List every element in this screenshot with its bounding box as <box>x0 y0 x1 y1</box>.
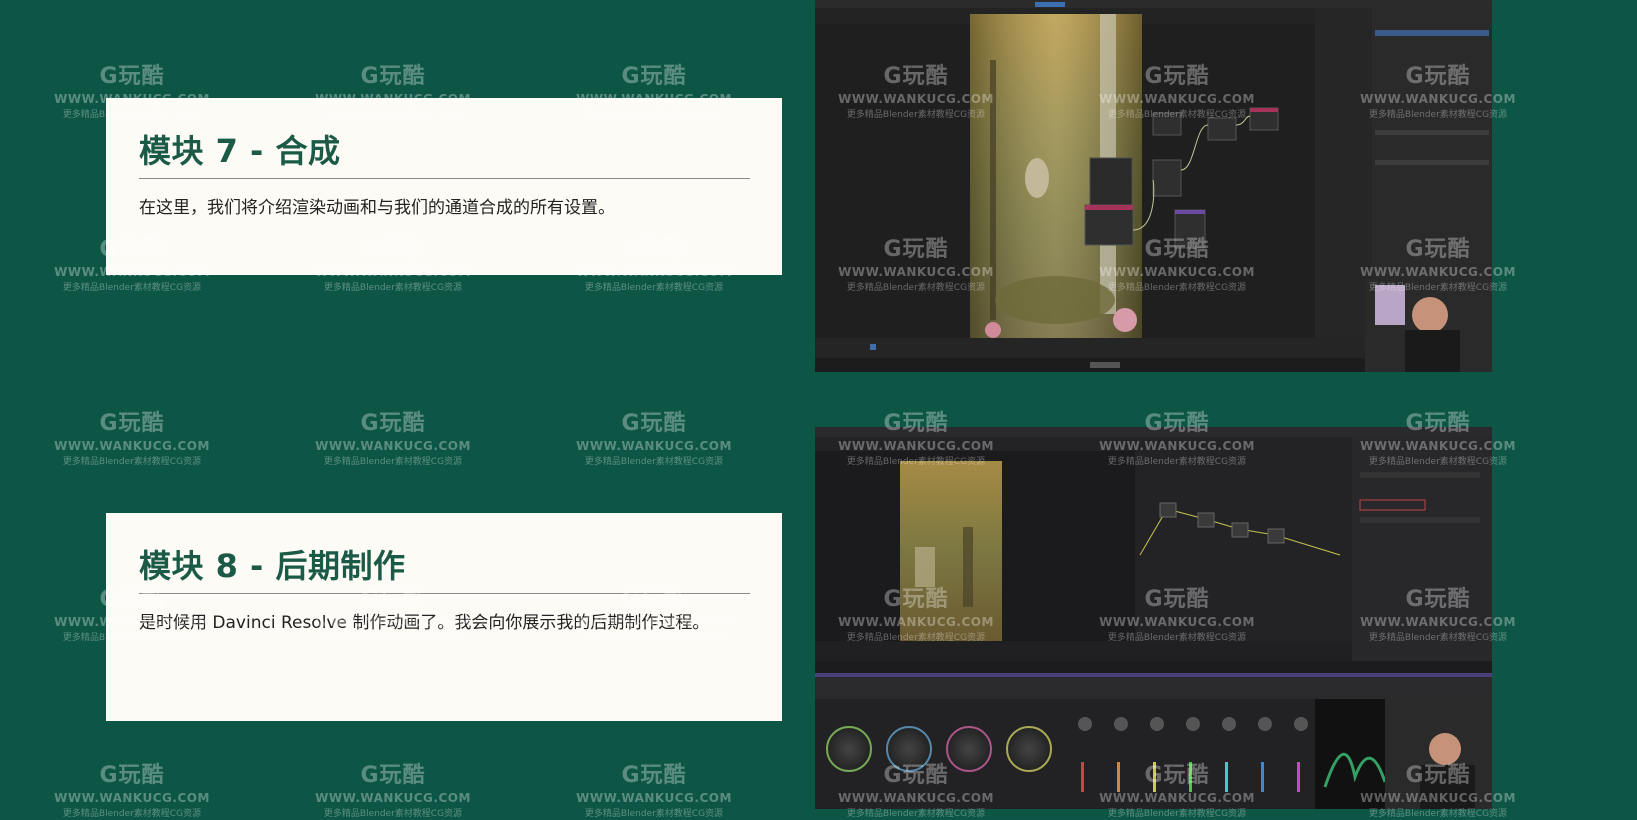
watermark-tagline: 更多精品Blender素材教程CG资源 <box>62 283 202 293</box>
watermark-logo: G玩酷 <box>360 411 426 436</box>
watermark-logo: G玩酷 <box>360 763 426 788</box>
watermark-url: WWW.WANKUCG.COM <box>315 439 471 453</box>
watermark-tagline: 更多精品Blender素材教程CG资源 <box>323 809 463 819</box>
module-8-title: 模块 8 - 后期制作 <box>139 541 750 594</box>
davinci-ui-image <box>815 427 1492 809</box>
watermark-tagline: 更多精品Blender素材教程CG资源 <box>323 457 463 467</box>
watermark-logo: G玩酷 <box>621 64 687 89</box>
watermark-tagline: 更多精品Blender素材教程CG资源 <box>584 457 724 467</box>
watermark: G玩酷 WWW.WANKUCG.COM 更多精品Blender素材教程CG资源 <box>313 405 473 467</box>
watermark-logo: G玩酷 <box>621 763 687 788</box>
watermark: G玩酷 WWW.WANKUCG.COM 更多精品Blender素材教程CG资源 <box>52 405 212 467</box>
watermark-url: WWW.WANKUCG.COM <box>54 439 210 453</box>
watermark-logo: G玩酷 <box>360 64 426 89</box>
watermark-logo: G玩酷 <box>99 763 165 788</box>
blender-compositing-screenshot <box>815 0 1492 372</box>
module-7-description: 在这里，我们将介绍渲染动画和与我们的通道合成的所有设置。 <box>139 198 615 218</box>
watermark-tagline: 更多精品Blender素材教程CG资源 <box>584 809 724 819</box>
watermark-logo: G玩酷 <box>99 64 165 89</box>
watermark: G玩酷 WWW.WANKUCG.COM 更多精品Blender素材教程CG资源 <box>574 405 734 467</box>
watermark-tagline: 更多精品Blender素材教程CG资源 <box>62 457 202 467</box>
module-8-card: 模块 8 - 后期制作 是时候用 Davinci Resolve 制作动画了。我… <box>106 513 782 721</box>
watermark-tagline: 更多精品Blender素材教程CG资源 <box>584 283 724 293</box>
module-7-card: 模块 7 - 合成 在这里，我们将介绍渲染动画和与我们的通道合成的所有设置。 <box>106 98 782 275</box>
module-7-title: 模块 7 - 合成 <box>139 126 750 179</box>
watermark-url: WWW.WANKUCG.COM <box>576 439 732 453</box>
watermark-url: WWW.WANKUCG.COM <box>54 791 210 805</box>
watermark-tagline: 更多精品Blender素材教程CG资源 <box>323 283 463 293</box>
watermark-logo: G玩酷 <box>99 411 165 436</box>
watermark-url: WWW.WANKUCG.COM <box>576 791 732 805</box>
module-8-description: 是时候用 Davinci Resolve 制作动画了。我会向你展示我的后期制作过… <box>139 613 710 633</box>
watermark: G玩酷 WWW.WANKUCG.COM 更多精品Blender素材教程CG资源 <box>574 757 734 819</box>
watermark-tagline: 更多精品Blender素材教程CG资源 <box>62 809 202 819</box>
watermark: G玩酷 WWW.WANKUCG.COM 更多精品Blender素材教程CG资源 <box>313 757 473 819</box>
watermark: G玩酷 WWW.WANKUCG.COM 更多精品Blender素材教程CG资源 <box>52 757 212 819</box>
davinci-resolve-screenshot <box>815 427 1492 809</box>
blender-ui-image <box>815 0 1492 372</box>
watermark-logo: G玩酷 <box>621 411 687 436</box>
watermark-url: WWW.WANKUCG.COM <box>315 791 471 805</box>
